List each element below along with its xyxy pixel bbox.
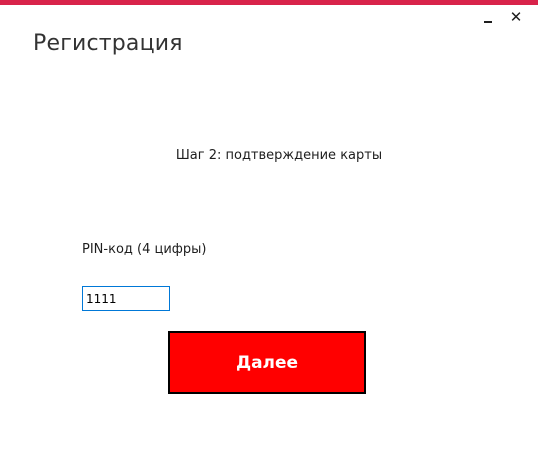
pin-label: PIN-код (4 цифры) xyxy=(82,242,207,257)
page-title: Регистрация xyxy=(33,31,183,56)
next-button[interactable]: Далее xyxy=(168,331,366,394)
minimize-button[interactable] xyxy=(480,8,498,28)
minimize-icon xyxy=(484,21,492,23)
registration-window: ✕ Регистрация Шаг 2: подтверждение карты… xyxy=(0,0,538,450)
pin-input[interactable] xyxy=(82,286,170,311)
accent-bar xyxy=(0,0,538,5)
close-icon: ✕ xyxy=(509,8,523,26)
close-button[interactable]: ✕ xyxy=(507,7,525,27)
step-heading: Шаг 2: подтверждение карты xyxy=(175,148,383,163)
